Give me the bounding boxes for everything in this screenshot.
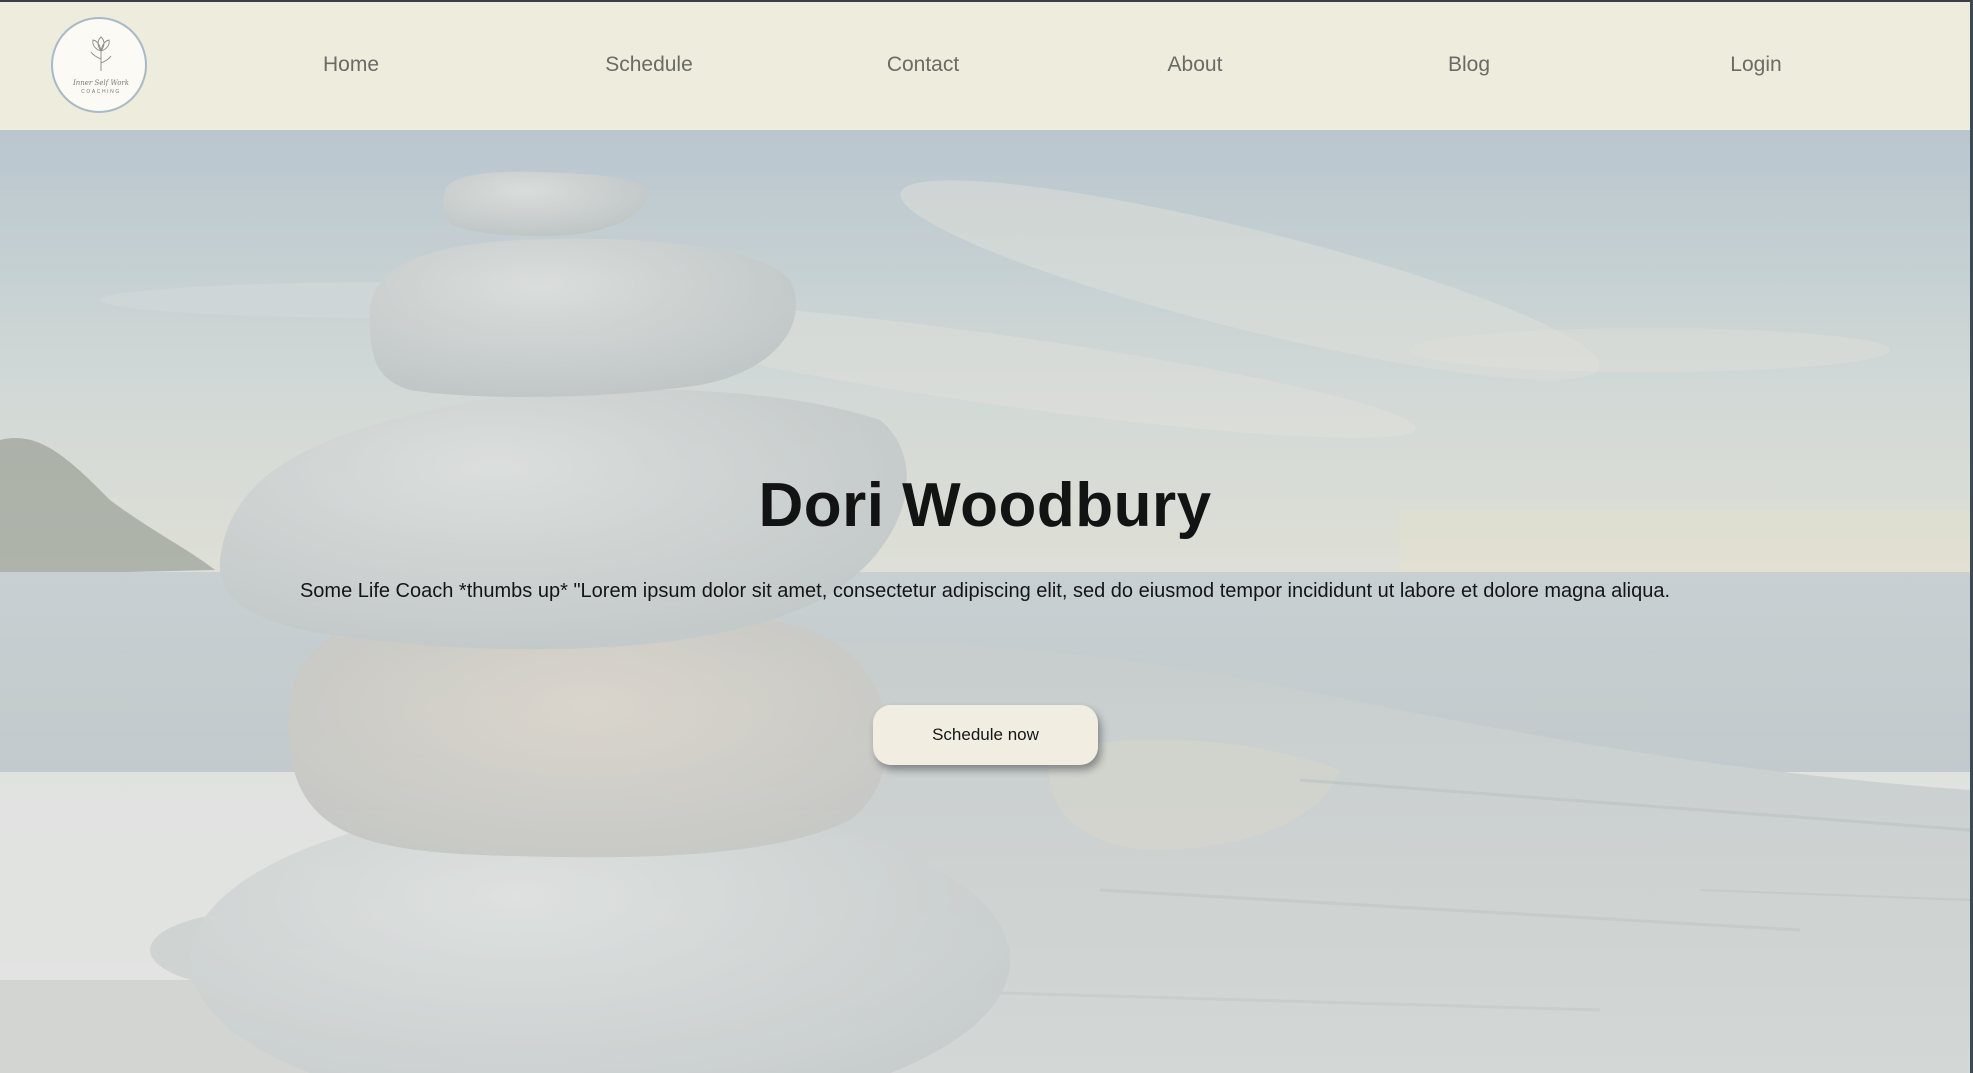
window-top-edge: [0, 0, 1973, 2]
logo-caption: COACHING: [81, 89, 121, 95]
nav-schedule[interactable]: Schedule: [605, 53, 693, 77]
lotus-logo-icon: Inner Self Work COACHING: [72, 36, 129, 95]
navbar: Inner Self Work COACHING Home Schedule C…: [0, 0, 1970, 130]
hero-section: Dori Woodbury Some Life Coach *thumbs up…: [0, 130, 1970, 1073]
logo[interactable]: Inner Self Work COACHING: [51, 17, 147, 113]
nav-login[interactable]: Login: [1730, 53, 1781, 77]
page: Inner Self Work COACHING Home Schedule C…: [0, 0, 1973, 1073]
hero-title: Dori Woodbury: [758, 471, 1212, 540]
hero-subtitle: Some Life Coach *thumbs up* "Lorem ipsum…: [299, 580, 1671, 602]
nav-contact[interactable]: Contact: [887, 53, 959, 77]
nav-blog[interactable]: Blog: [1448, 53, 1490, 77]
nav-home[interactable]: Home: [323, 53, 379, 77]
nav-about[interactable]: About: [1168, 53, 1223, 77]
schedule-now-button[interactable]: Schedule now: [873, 705, 1098, 765]
logo-script-text: Inner Self Work: [72, 79, 129, 87]
